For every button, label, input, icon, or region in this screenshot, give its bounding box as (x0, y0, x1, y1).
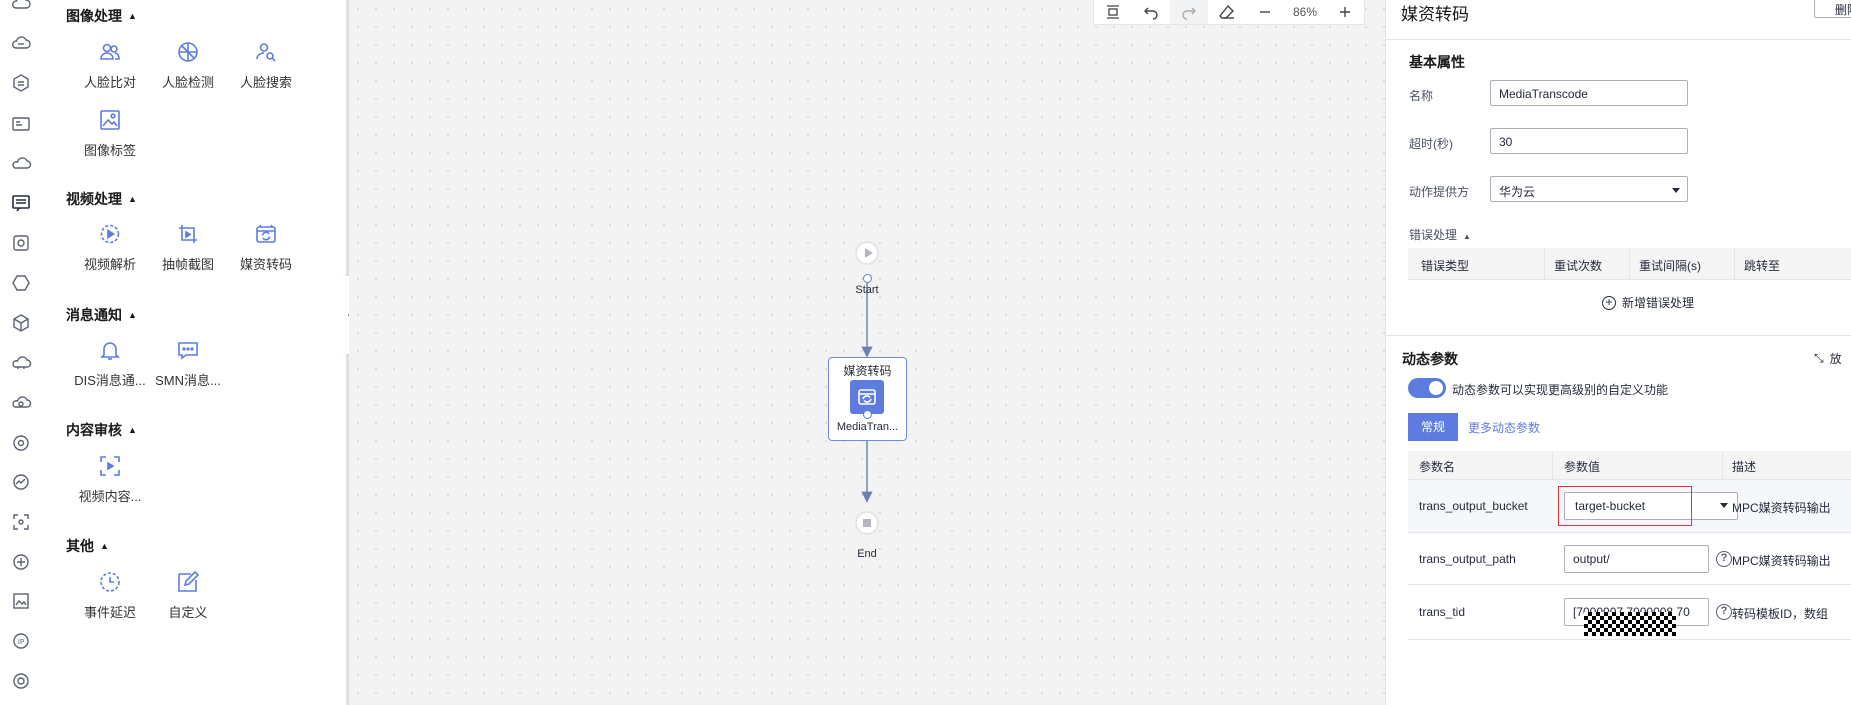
params-table-header (1408, 451, 1851, 479)
param-desc: 转码模板ID，数组 (1732, 607, 1829, 621)
play-icon (865, 248, 873, 258)
params-col-name: 参数名 (1419, 460, 1456, 474)
param-desc: MPC媒资转码输出 (1732, 554, 1831, 568)
dynamic-params-toggle[interactable] (1408, 378, 1446, 398)
provider-label: 动作提供方 (1409, 185, 1470, 199)
task-node-name: MediaTran... (836, 421, 899, 433)
task-output-port[interactable] (863, 410, 872, 419)
error-col-type: 错误类型 (1421, 259, 1470, 273)
error-col-retries: 重试次数 (1554, 259, 1603, 273)
param-name: trans_output_path (1419, 552, 1516, 566)
end-label: End (857, 548, 877, 560)
timeout-input[interactable]: 30 (1490, 128, 1688, 154)
param-name: trans_output_bucket (1419, 499, 1528, 513)
start-label: Start (855, 284, 879, 296)
error-handling-heading[interactable]: 错误处理 ▲ (1409, 226, 1471, 243)
media-transcode-node-icon (850, 380, 884, 414)
start-port[interactable] (863, 274, 872, 283)
error-col-interval: 重试间隔(s) (1639, 259, 1701, 273)
provider-select[interactable]: 华为云 (1490, 176, 1688, 202)
timeout-label: 超时(秒) (1409, 137, 1453, 151)
params-col-value: 参数值 (1564, 460, 1601, 474)
add-error-handling-button[interactable]: + 新增错误处理 (1602, 294, 1694, 311)
dynamic-params-heading: 动态参数 (1402, 351, 1458, 367)
start-node[interactable] (855, 241, 879, 265)
tab-normal[interactable]: 常规 (1408, 413, 1458, 441)
name-label: 名称 (1409, 89, 1434, 103)
provider-selected-value: 华为云 (1499, 185, 1536, 199)
plus-circle-icon: + (1602, 295, 1616, 310)
chevron-down-icon[interactable] (1720, 503, 1728, 508)
highlight-box (1558, 486, 1692, 526)
panel-title: 媒资转码 (1401, 5, 1469, 24)
basic-props-heading: 基本属性 (1409, 54, 1465, 70)
help-icon[interactable]: ? (1716, 551, 1732, 567)
error-col-jump: 跳转至 (1744, 259, 1781, 273)
expand-icon: ⤡ (1814, 351, 1824, 365)
task-node-media-transcode[interactable]: 媒资转码 MediaTran... (828, 357, 907, 441)
delete-button[interactable]: 删除 (1814, 0, 1851, 18)
params-col-desc: 描述 (1732, 460, 1757, 474)
param-name: trans_tid (1419, 605, 1466, 619)
param-desc: MPC媒资转码输出 (1732, 501, 1831, 515)
chevron-down-icon[interactable] (1672, 188, 1680, 193)
stop-icon (863, 519, 871, 527)
tab-more-params[interactable]: 更多动态参数 (1468, 419, 1540, 436)
end-node[interactable] (855, 511, 879, 535)
task-node-title: 媒资转码 (843, 364, 892, 378)
toggle-description: 动态参数可以实现更高级别的自定义功能 (1452, 383, 1669, 397)
param-value-input[interactable]: output/ (1564, 545, 1709, 573)
name-input[interactable]: MediaTranscode (1490, 80, 1688, 106)
expand-button[interactable]: ⤡ 放 (1814, 350, 1842, 367)
redaction-mosaic (1584, 612, 1676, 636)
help-icon[interactable]: ? (1716, 604, 1732, 620)
property-panel: 媒资转码 删除 基本属性 名称 MediaTranscode 超时(秒) 30 … (1385, 0, 1851, 705)
